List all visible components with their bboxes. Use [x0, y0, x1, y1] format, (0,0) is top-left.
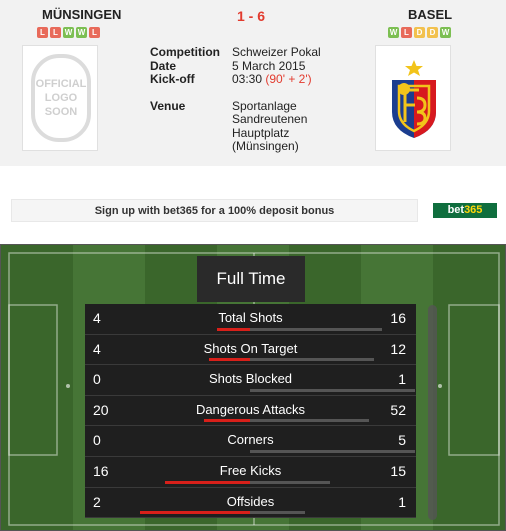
home-form-result: W	[76, 27, 87, 38]
stat-label: Dangerous Attacks	[195, 401, 306, 417]
home-form-result: L	[89, 27, 100, 38]
stat-away-value: 52	[390, 401, 406, 418]
info-label: Kick-off	[150, 72, 195, 86]
bet365-ad-banner[interactable]: Sign up with bet365 for a 100% deposit b…	[11, 199, 418, 222]
info-kickoff: Kick-off 03:30 (90' + 2')	[150, 72, 372, 87]
bet365-logo[interactable]: bet365	[433, 203, 497, 218]
stat-home-bar	[217, 327, 250, 331]
stat-row: 20 Dangerous Attacks 52	[85, 395, 416, 427]
away-team-logo[interactable]	[375, 45, 451, 151]
logo-placeholder-line: LOGO	[44, 92, 78, 104]
kickoff-time: 03:30	[232, 72, 263, 86]
stat-label: Shots Blocked	[208, 371, 293, 387]
stat-away-bar	[250, 480, 330, 484]
match-minute: (90' + 2')	[265, 72, 312, 86]
logo-placeholder-line: OFFICIAL	[35, 78, 87, 90]
venue-line: Sportanlage	[232, 98, 297, 113]
venue-value: Sportanlage Sandreutenen Hauptplatz (Mün…	[232, 98, 372, 154]
stat-away-bar	[250, 419, 369, 423]
away-form-result: D	[427, 27, 438, 38]
info-label: Date	[150, 58, 177, 73]
venue-line: Sandreutenen	[232, 112, 308, 126]
bet365-logo-text: bet	[447, 204, 465, 216]
basel-crest-icon	[392, 60, 436, 138]
full-time-title: Full Time	[197, 256, 305, 302]
info-label: Competition	[150, 45, 220, 59]
home-team-name[interactable]: MÜNSINGEN	[42, 7, 121, 22]
stat-row: 4 Total Shots 16	[85, 304, 416, 335]
logo-placeholder: OFFICIAL LOGO SOON	[31, 54, 91, 142]
info-competition: Competition Schweizer Pokal	[150, 45, 372, 60]
stat-row: 2 Offsides 1	[85, 487, 416, 519]
stat-away-value: 5	[398, 432, 406, 449]
stat-home-bar	[209, 358, 250, 362]
stat-away-bar	[250, 511, 305, 515]
stat-row: 16 Free Kicks 15	[85, 456, 416, 488]
match-page: MÜNSINGEN 1 - 6 BASEL L L W W L W L D D …	[0, 0, 506, 531]
info-label: Venue	[150, 98, 186, 113]
away-form-strip: W L D D W	[388, 27, 451, 38]
bet365-logo-number: 365	[464, 204, 483, 216]
home-form-result: L	[37, 27, 48, 38]
away-form-result: W	[388, 27, 399, 38]
competition-value[interactable]: Schweizer Pokal	[232, 45, 372, 60]
match-header: MÜNSINGEN 1 - 6 BASEL L L W W L W L D D …	[0, 0, 506, 166]
stat-row: 4 Shots On Target 12	[85, 334, 416, 366]
stat-away-bar	[250, 358, 374, 362]
home-team-logo[interactable]: OFFICIAL LOGO SOON	[22, 45, 98, 151]
stat-away-value: 1	[398, 493, 406, 510]
stat-away-bar	[250, 388, 415, 392]
home-form-result: L	[50, 27, 61, 38]
venue-line: Hauptplatz	[232, 125, 290, 140]
stat-label: Free Kicks	[219, 462, 282, 478]
stats-table: 4 Total Shots 16 4 Shots On Target 12 0 Shots B…	[85, 304, 416, 519]
away-form-result: D	[414, 27, 425, 38]
stat-away-value: 1	[398, 371, 406, 388]
stat-home-bar	[140, 511, 250, 515]
stat-label: Shots On Target	[203, 340, 298, 356]
stat-away-value: 16	[390, 310, 406, 326]
match-score: 1 - 6	[237, 8, 266, 24]
stat-away-value: 12	[390, 340, 406, 357]
stat-label: Offsides	[226, 493, 275, 509]
stat-row: 0 Corners 5	[85, 426, 416, 457]
away-form-result: W	[440, 27, 451, 38]
stat-home-bar	[165, 480, 250, 484]
kickoff-value: 03:30 (90' + 2')	[232, 72, 372, 87]
away-team-name[interactable]: BASEL	[408, 7, 452, 22]
home-form-strip: L L W W L	[37, 27, 100, 38]
stat-away-bar	[250, 327, 382, 331]
away-form-result: L	[401, 27, 412, 38]
stat-row: 0 Shots Blocked 1	[85, 365, 416, 396]
stat-home-bar	[204, 419, 250, 423]
info-date: Date 5 March 2015	[150, 58, 372, 74]
date-value: 5 March 2015	[232, 58, 306, 73]
stat-away-bar	[250, 449, 415, 453]
venue-line: (Münsingen)	[232, 139, 299, 153]
stat-away-value: 15	[390, 462, 406, 479]
match-info: Competition Schweizer Pokal Date 5 March…	[150, 45, 372, 154]
stat-label: Total Shots	[218, 310, 283, 325]
stat-label: Corners	[227, 432, 274, 448]
stats-scrollbar[interactable]	[428, 305, 437, 520]
logo-placeholder-line: SOON	[44, 106, 78, 118]
home-form-result: W	[63, 27, 74, 38]
info-venue: Venue Sportanlage Sandreutenen Hauptplat…	[150, 98, 372, 154]
